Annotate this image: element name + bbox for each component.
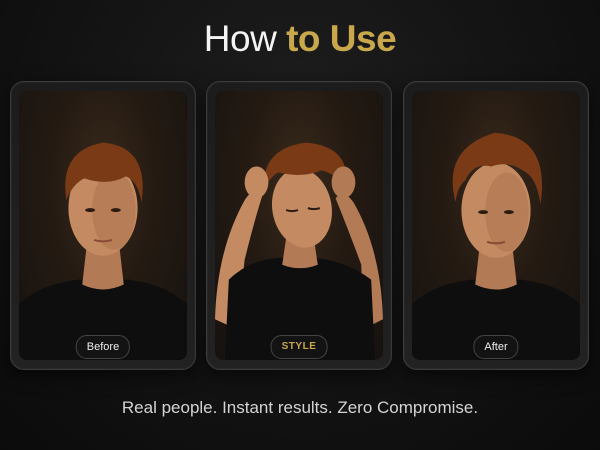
before-photo <box>19 91 187 360</box>
page-title: How to Use <box>0 16 600 62</box>
title-plain: How <box>203 18 277 59</box>
after-card: After <box>403 81 589 370</box>
tagline: Real people. Instant results. Zero Compr… <box>121 398 479 417</box>
style-photo <box>215 91 383 360</box>
after-photo <box>412 91 580 360</box>
title-accent: to Use <box>286 18 397 59</box>
style-card: STYLE <box>206 81 392 370</box>
before-card: Before <box>10 81 196 370</box>
before-label: Before <box>75 335 131 359</box>
after-label: After <box>473 335 519 359</box>
style-label: STYLE <box>270 335 328 359</box>
